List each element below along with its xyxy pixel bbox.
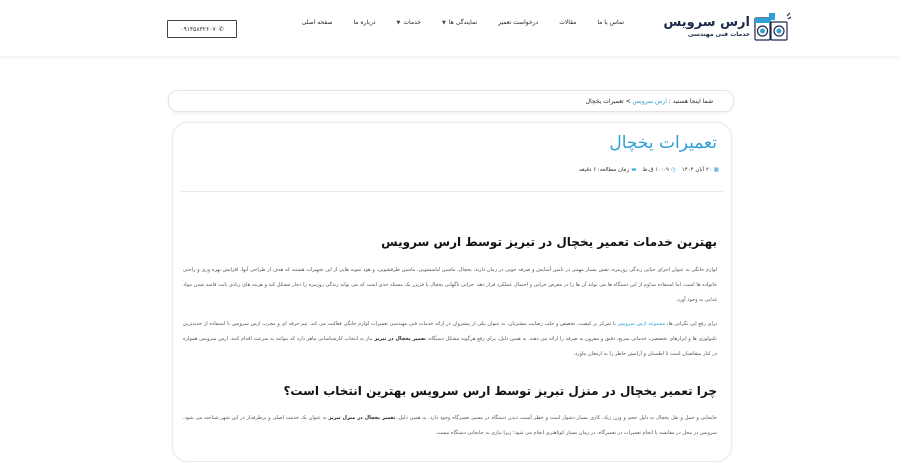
nav-articles-label: مقالات [559,19,577,26]
meta-time-value: ۱۰:۰۹ ق.ظ [642,167,669,173]
nav-services-label: خدمات [403,19,421,26]
main-nav: صفحه اصلی درباره ما خدمات ▼ نمایندگی ها ▼ … [281,19,624,26]
nav-repair-request[interactable]: درخواست تعمیر [498,19,538,26]
nav-home[interactable]: صفحه اصلی [302,19,333,26]
meta-time: ◷ ۱۰:۰۹ ق.ظ [642,167,675,173]
whatsapp-icon: ✆ [218,25,224,33]
article-card: تعمیرات یخچال ▦ ۲۰ آبان ۱۴۰۴ ◷ ۱۰:۰۹ ق.ظ… [172,122,732,462]
nav-contact-label: تماس با ما [597,19,624,26]
article-meta: ▦ ۲۰ آبان ۱۴۰۴ ◷ ۱۰:۰۹ ق.ظ ▬ زمان مطالعه… [579,167,719,173]
logo-subtitle: خدمات فنی مهندسی [688,31,750,38]
breadcrumb-separator: > [625,97,631,105]
meta-date-value: ۲۰ آبان ۱۴۰۴ [681,167,712,173]
breadcrumb-current: تعمیرات یخچال [585,97,624,105]
paragraph-3-bold: تعمیر یخچال در منزل تبریز [328,415,396,421]
section-heading-2: چرا تعمیر یخچال در منزل تبریز توسط ارس س… [283,384,717,398]
site-header: ارس سرویس خدمات فنی مهندسی صفحه اصلی درب… [0,0,900,56]
paragraph-2: برای رفع این نگرانی ها، مجموعه ارس سرویس… [183,317,717,362]
nav-about-label: درباره ما [353,19,376,26]
paragraph-2-bold: تعمیر یخچال در تبریز [374,336,426,342]
book-icon: ▬ [631,167,637,173]
meta-read-time: ▬ زمان مطالعه: ۶ دقیقه [579,167,636,173]
nav-services[interactable]: خدمات ▼ [397,19,421,26]
phone-number: ۰۹۱۴۵۸۳۲۶۰۷ [180,25,216,33]
page-title: تعمیرات یخچال [609,133,717,153]
breadcrumb: شما اینجا هستید : ارس سرویس > تعمیرات یخ… [168,90,734,112]
paragraph-2-link[interactable]: مجموعه ارس سرویس [618,321,666,327]
nav-agencies[interactable]: نمایندگی ها ▼ [442,19,477,26]
paragraph-2-text-a: برای رفع این نگرانی ها، [666,321,717,327]
meta-read-time-value: زمان مطالعه: ۶ دقیقه [578,167,630,173]
calendar-icon: ▦ [713,167,719,173]
phone-button[interactable]: ۰۹۱۴۵۸۳۲۶۰۷ ✆ [167,20,237,38]
nav-home-label: صفحه اصلی [301,19,333,26]
breadcrumb-home-link[interactable]: ارس سرویس [633,98,667,105]
divider [181,191,723,192]
nav-articles[interactable]: مقالات [559,19,576,26]
site-logo[interactable]: ارس سرویس خدمات فنی مهندسی [663,12,792,46]
paragraph-1: لوازم خانگی به عنوان اجزای حیاتی زندگی ر… [183,267,717,303]
nav-repair-request-label: درخواست تعمیر [498,19,539,26]
clock-icon: ◷ [670,167,676,173]
paragraph-3-text-a: جابجایی و حمل و نقل یخچال به دلیل حجم و … [397,415,718,421]
chevron-down-icon: ▼ [441,19,446,26]
section-heading-1: بهترین خدمات تعمیر یخچال در تبریز توسط ا… [381,235,717,249]
nav-agencies-label: نمایندگی ها [448,19,478,26]
chevron-down-icon: ▼ [396,19,401,26]
meta-date: ▦ ۲۰ آبان ۱۴۰۴ [682,167,719,173]
washing-machine-logo-icon [754,12,792,41]
breadcrumb-prefix: شما اینجا هستید : [668,97,713,105]
nav-about[interactable]: درباره ما [353,19,375,26]
paragraph-3: جابجایی و حمل و نقل یخچال به دلیل حجم و … [183,411,717,441]
logo-text: ارس سرویس خدمات فنی مهندسی [663,15,750,40]
logo-title: ارس سرویس [663,15,750,30]
nav-contact[interactable]: تماس با ما [597,19,624,26]
